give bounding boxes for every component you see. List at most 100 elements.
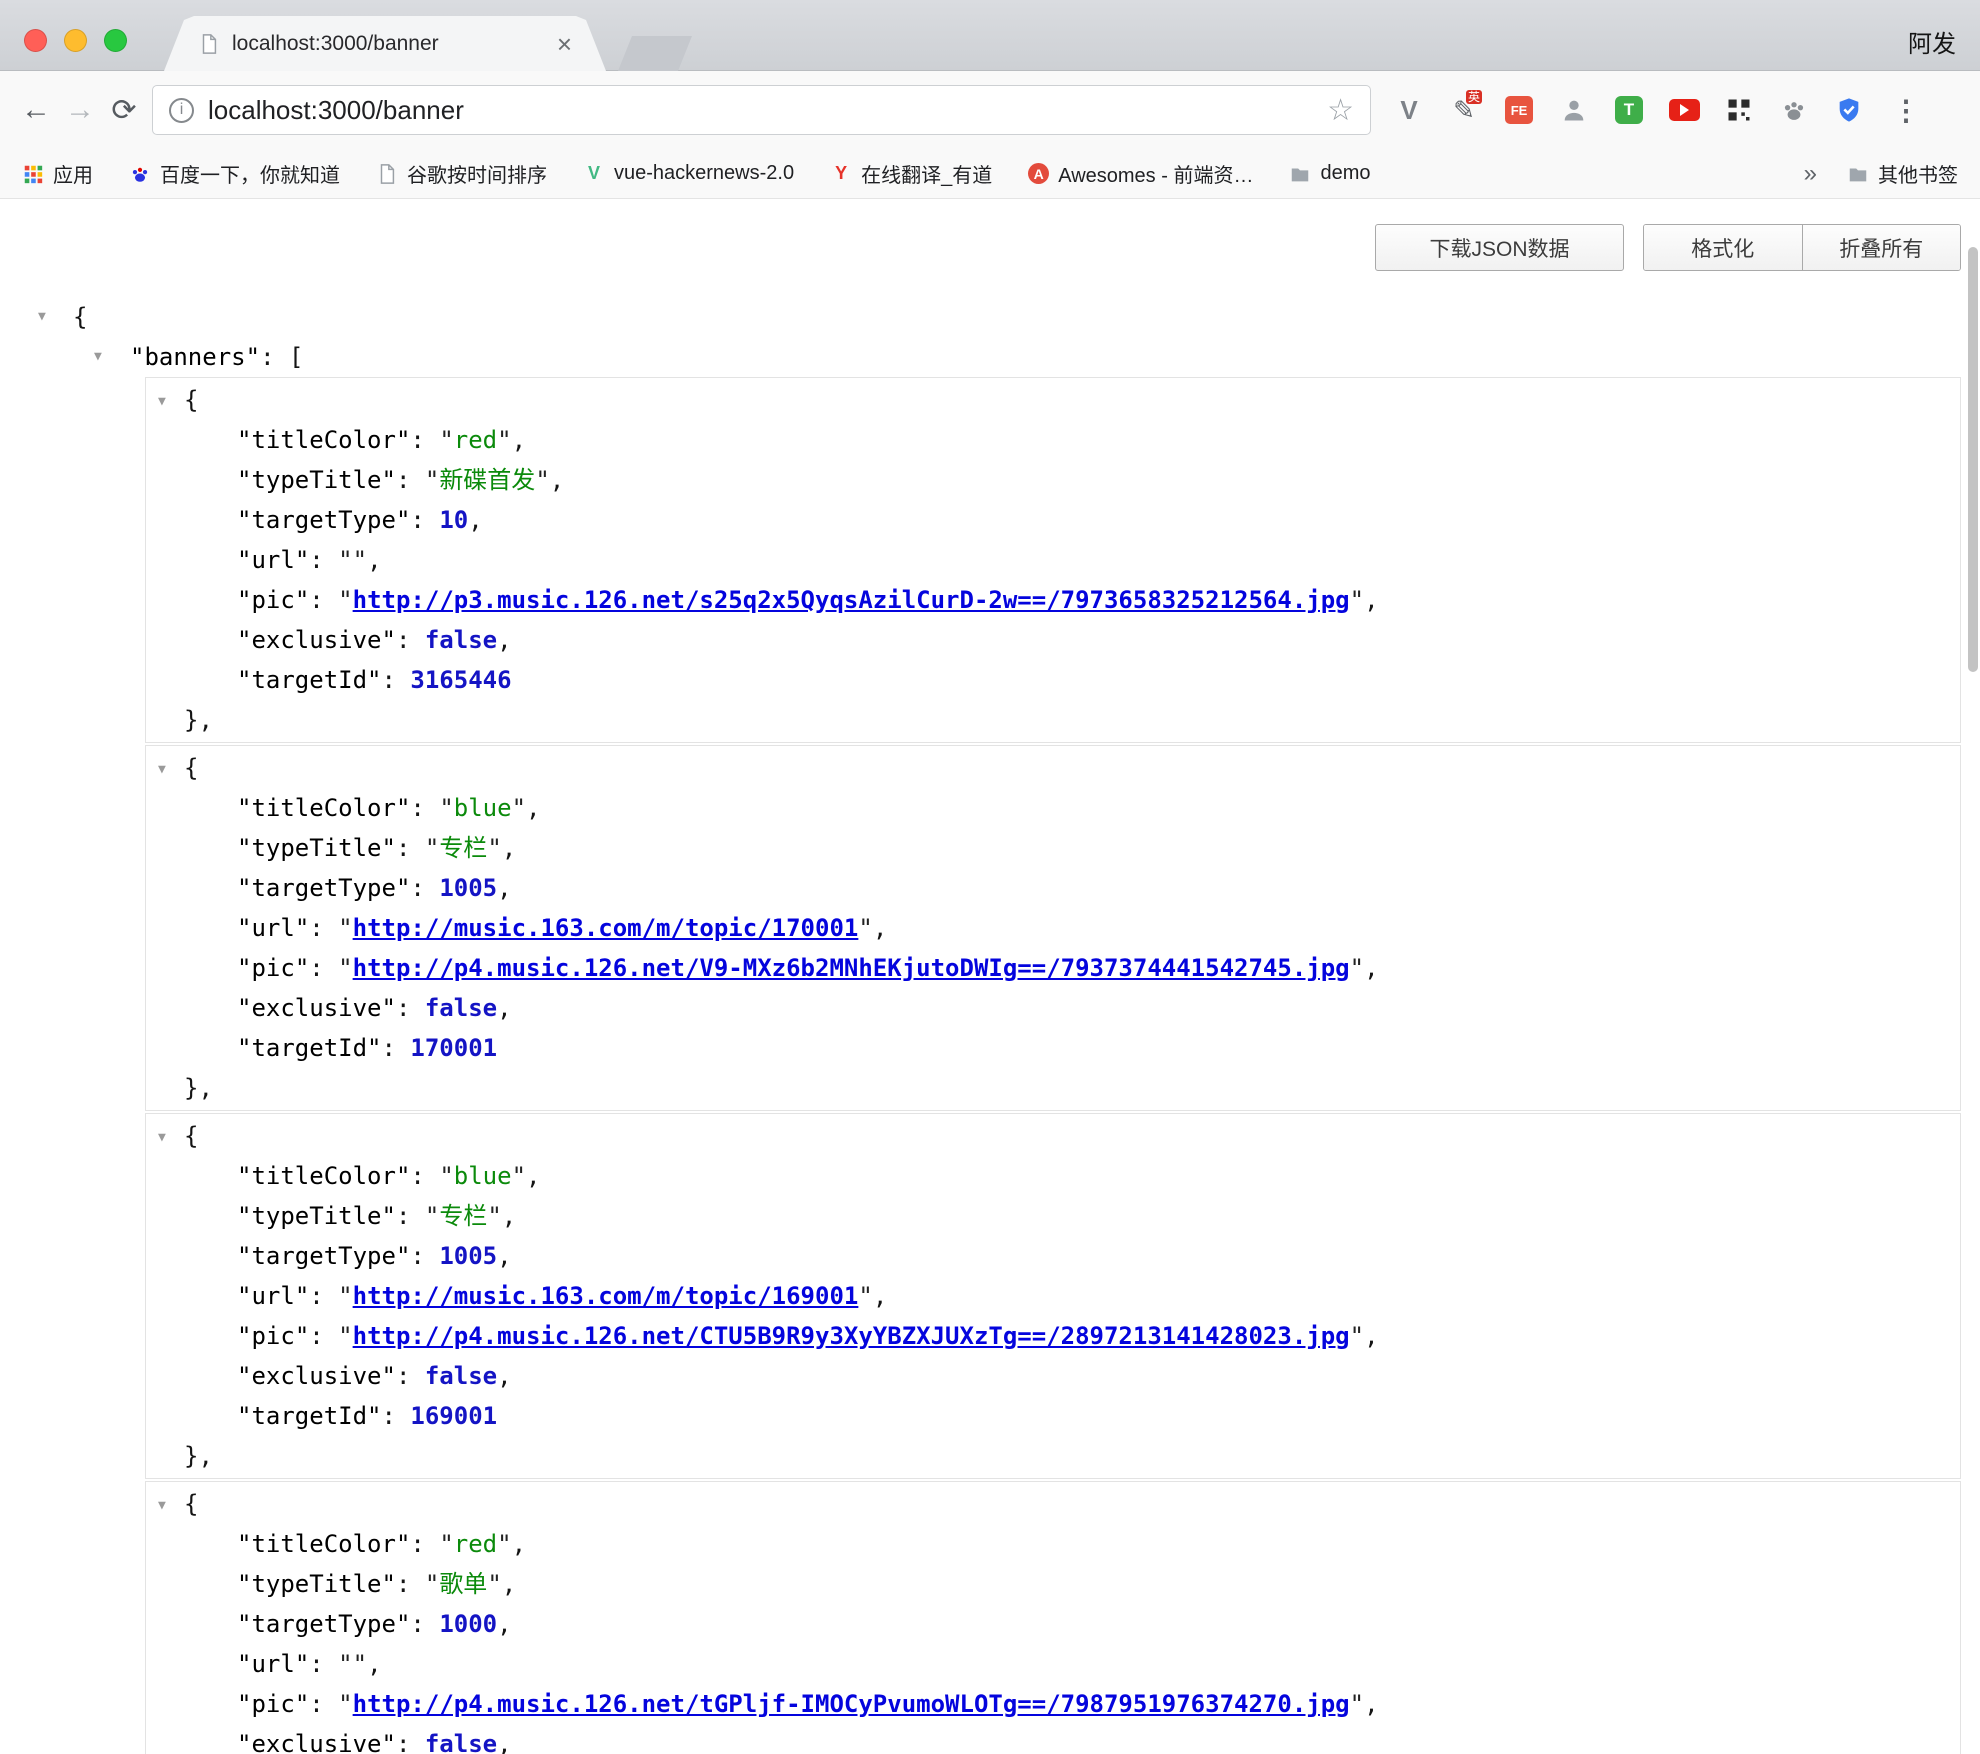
forward-button[interactable]: → — [58, 93, 102, 127]
json-key: titleColor — [237, 794, 410, 822]
json-key: pic — [237, 1690, 309, 1718]
url-text[interactable]: localhost:3000/banner — [208, 95, 464, 126]
bookmark-awesomes[interactable]: A Awesomes - 前端资… — [1028, 159, 1253, 188]
json-link[interactable]: http://p4.music.126.net/CTU5B9R9y3XyYBZX… — [353, 1322, 1350, 1350]
bookmark-baidu[interactable]: 百度一下，你就知道 — [129, 159, 340, 188]
json-string-value: 歌单 — [425, 1570, 502, 1598]
json-row: ▼{ — [146, 380, 1960, 420]
collapse-toggle-icon[interactable]: ▼ — [158, 750, 166, 790]
json-number-value: 1000 — [439, 1610, 497, 1638]
json-link[interactable]: http://music.163.com/m/topic/169001 — [353, 1282, 859, 1310]
page-info-icon[interactable]: i — [169, 98, 194, 123]
collapse-toggle-icon[interactable]: ▼ — [94, 337, 102, 377]
tab-close-icon[interactable]: × — [557, 31, 572, 57]
collapse-toggle-icon[interactable]: ▼ — [158, 1118, 166, 1158]
json-property-row: pic: http://p3.music.126.net/s25q2x5Qyqs… — [146, 580, 1960, 620]
json-string-value — [338, 546, 367, 574]
vue-icon: V — [583, 163, 605, 185]
json-key: pic — [237, 1322, 309, 1350]
scrollbar-thumb[interactable] — [1968, 247, 1978, 672]
page-favicon-icon — [198, 33, 220, 55]
json-key: url — [237, 546, 309, 574]
json-object-box: ▼{ titleColor: red, typeTitle: 新碟首发, tar… — [145, 377, 1961, 743]
json-boolean-value: false — [425, 626, 497, 654]
json-property-row: exclusive: false, — [146, 1356, 1960, 1396]
json-number-value: 1005 — [439, 1242, 497, 1270]
json-key: targetType — [237, 1242, 410, 1270]
person-icon — [1560, 96, 1588, 124]
zoom-window-button[interactable] — [104, 29, 127, 52]
json-key: pic — [237, 586, 309, 614]
json-string-value: 新碟首发 — [425, 466, 550, 494]
json-number-value: 1005 — [439, 874, 497, 902]
bookmark-label: demo — [1320, 162, 1370, 185]
json-link[interactable]: http://p4.music.126.net/tGPljf-IMOCyPvum… — [353, 1690, 1350, 1718]
json-property-row: targetType: 1005, — [146, 1236, 1960, 1276]
json-string-value: blue — [439, 1162, 526, 1190]
bookmark-youdao-translate[interactable]: Y 在线翻译_有道 — [830, 159, 992, 188]
json-property-row: exclusive: false, — [146, 620, 1960, 660]
bookmark-star-icon[interactable]: ☆ — [1327, 93, 1354, 128]
translate-extension-icon[interactable]: ✎ 英 — [1448, 94, 1480, 126]
json-key: titleColor — [237, 1162, 410, 1190]
bookmark-label: 在线翻译_有道 — [861, 159, 992, 188]
json-boolean-value: false — [425, 994, 497, 1022]
bookmark-demo-folder[interactable]: demo — [1289, 162, 1370, 185]
shield-extension-icon[interactable] — [1833, 94, 1865, 126]
qr-code-icon — [1725, 96, 1753, 124]
json-number-value: 10 — [439, 506, 468, 534]
json-key: targetId — [237, 1034, 382, 1062]
paw-extension-icon[interactable] — [1778, 94, 1810, 126]
bookmark-vue-hackernews[interactable]: V vue-hackernews-2.0 — [583, 162, 794, 185]
profile-name: 阿发 — [1908, 24, 1956, 59]
json-link[interactable]: http://p3.music.126.net/s25q2x5QyqsAzilC… — [353, 586, 1350, 614]
json-key: targetType — [237, 506, 410, 534]
address-bar[interactable]: i localhost:3000/banner ☆ — [152, 85, 1371, 135]
new-tab-button[interactable] — [618, 36, 692, 71]
back-button[interactable]: ← — [14, 93, 58, 127]
json-number-value: 169001 — [410, 1402, 497, 1430]
open-brace: { — [73, 303, 87, 331]
chrome-menu-icon[interactable]: ⋮ — [1892, 94, 1920, 127]
json-boolean-value: false — [425, 1730, 497, 1754]
json-property-row: url: http://music.163.com/m/topic/170001… — [146, 908, 1960, 948]
people-extension-icon[interactable] — [1558, 94, 1590, 126]
youdao-icon: Y — [830, 163, 852, 185]
collapse-toggle-icon[interactable]: ▼ — [38, 297, 46, 337]
collapse-toggle-icon[interactable]: ▼ — [158, 1486, 166, 1526]
bookmark-google-sort[interactable]: 谷歌按时间排序 — [376, 159, 547, 188]
json-key: targetType — [237, 1610, 410, 1638]
json-link[interactable]: http://music.163.com/m/topic/170001 — [353, 914, 859, 942]
navigation-bar: ← → ⟳ i localhost:3000/banner ☆ V ✎ 英 FE… — [0, 71, 1980, 149]
json-property-row: targetType: 10, — [146, 500, 1960, 540]
json-row: }, — [146, 700, 1960, 740]
vimium-extension-icon[interactable]: V — [1393, 94, 1425, 126]
bookmark-apps[interactable]: 应用 — [22, 159, 93, 188]
json-key: exclusive — [237, 1730, 396, 1754]
other-bookmarks-folder[interactable]: 其他书签 — [1847, 159, 1958, 188]
json-row: }, — [146, 1436, 1960, 1476]
close-window-button[interactable] — [24, 29, 47, 52]
tab-title: localhost:3000/banner — [232, 32, 545, 56]
json-link[interactable]: http://p4.music.126.net/V9-MXz6b2MNhEKju… — [353, 954, 1350, 982]
json-property-row: url: , — [146, 1644, 1960, 1684]
tampermonkey-extension-icon[interactable]: T — [1613, 94, 1645, 126]
json-property-row: typeTitle: 专栏, — [146, 828, 1960, 868]
qrcode-extension-icon[interactable] — [1723, 94, 1755, 126]
minimize-window-button[interactable] — [64, 29, 87, 52]
fe-extension-icon[interactable]: FE — [1503, 94, 1535, 126]
json-property-row: titleColor: blue, — [146, 788, 1960, 828]
bookmarks-overflow-chevron-icon[interactable]: » — [1804, 160, 1817, 188]
bookmark-label: Awesomes - 前端资… — [1058, 159, 1253, 188]
json-object-box: ▼{ titleColor: blue, typeTitle: 专栏, targ… — [145, 745, 1961, 1111]
json-property-row: url: , — [146, 540, 1960, 580]
reload-button[interactable]: ⟳ — [102, 93, 146, 128]
youtube-extension-icon[interactable] — [1668, 94, 1700, 126]
browser-tab[interactable]: localhost:3000/banner × — [164, 16, 606, 71]
collapse-toggle-icon[interactable]: ▼ — [158, 382, 166, 422]
bookmark-label: 百度一下，你就知道 — [160, 159, 340, 188]
document-icon — [376, 163, 398, 185]
json-string-value: 专栏 — [425, 1202, 502, 1230]
json-property-row: typeTitle: 专栏, — [146, 1196, 1960, 1236]
json-string-value: red — [439, 426, 511, 454]
